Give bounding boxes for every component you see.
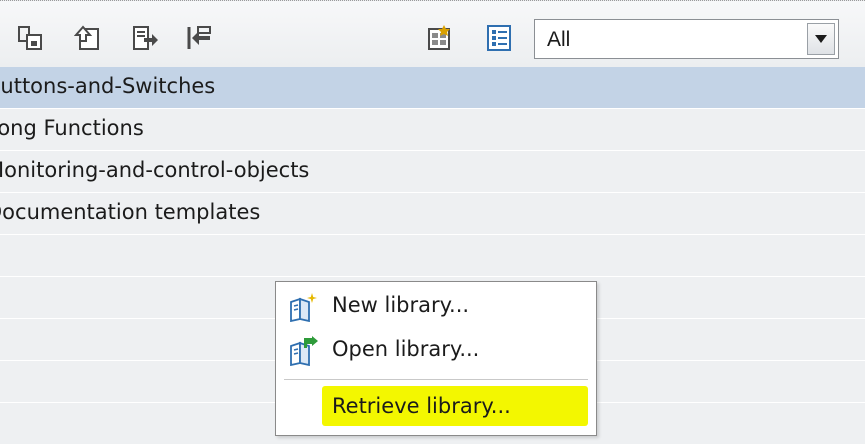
- open-library-icon: [288, 336, 318, 367]
- import-icon[interactable]: [182, 21, 216, 55]
- menu-item-retrieve-library[interactable]: Retrieve library...: [284, 386, 588, 426]
- menu-item-label: Open library...: [332, 337, 480, 361]
- menu-item-new-library[interactable]: New library...: [284, 288, 588, 324]
- upload-library-icon[interactable]: [72, 21, 106, 55]
- menu-separator: [284, 379, 588, 380]
- details-view-icon[interactable]: [482, 21, 516, 55]
- filter-dropdown[interactable]: All: [534, 19, 839, 59]
- library-toolbar: All: [0, 0, 865, 67]
- menu-item-label: New library...: [332, 293, 470, 317]
- menu-item-label: Retrieve library...: [332, 394, 511, 418]
- export-icon[interactable]: [128, 21, 162, 55]
- list-item[interactable]: Documentation templates: [0, 193, 865, 235]
- filter-dropdown-value: All: [547, 28, 571, 51]
- copy-library-icon[interactable]: [14, 21, 48, 55]
- menu-item-open-library[interactable]: Open library...: [284, 332, 588, 368]
- context-menu: New library... Open library... Retrieve …: [275, 281, 597, 436]
- new-library-icon: [288, 292, 318, 323]
- chevron-down-icon[interactable]: [807, 23, 835, 55]
- list-item-label: Documentation templates: [0, 200, 261, 224]
- list-item-label: Long Functions: [0, 116, 144, 140]
- empty-row: [0, 235, 865, 277]
- list-item-label: Buttons-and-Switches: [0, 74, 216, 98]
- list-item[interactable]: Long Functions: [0, 109, 865, 151]
- list-item-label: Monitoring-and-control-objects: [0, 158, 310, 182]
- list-item[interactable]: Monitoring-and-control-objects: [0, 151, 865, 193]
- library-view-icon[interactable]: [422, 21, 456, 55]
- list-item[interactable]: Buttons-and-Switches: [0, 67, 865, 109]
